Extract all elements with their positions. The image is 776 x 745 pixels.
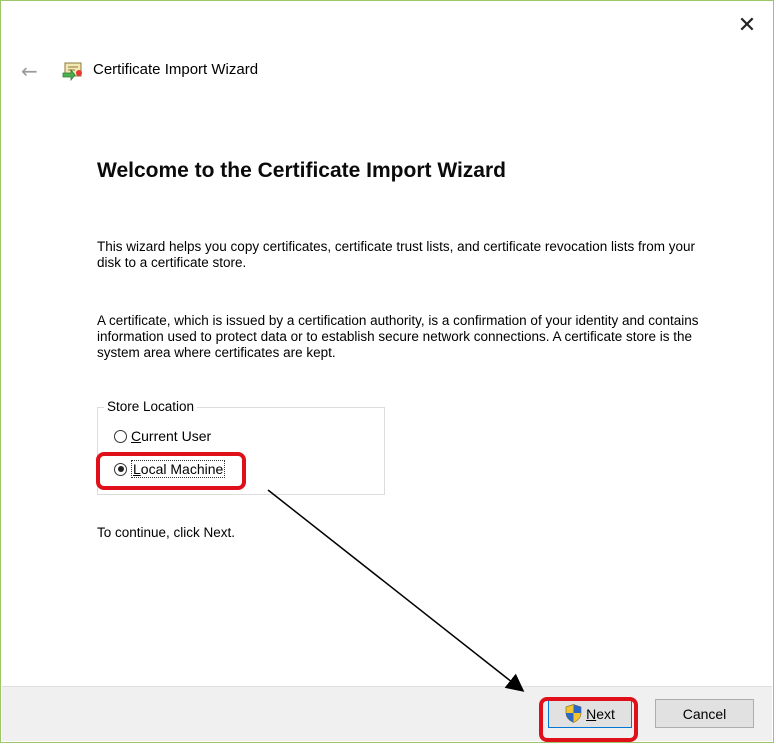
next-label: Next: [586, 705, 615, 722]
radio-button-current-user[interactable]: [114, 429, 127, 443]
current-user-label: Current User: [131, 428, 212, 444]
wizard-footer: Next Cancel: [2, 686, 772, 741]
wizard-title: Certificate Import Wizard: [93, 61, 259, 78]
radio-local-machine[interactable]: Local Machine: [114, 460, 226, 478]
store-location-label: Store Location: [104, 399, 198, 414]
radio-current-user[interactable]: Current User: [114, 428, 211, 444]
close-icon[interactable]: ✕: [735, 13, 759, 38]
certificate-import-wizard-window: ✕ ← Certificate Import Wizard Welcome to…: [0, 0, 774, 743]
page-heading: Welcome to the Certificate Import Wizard: [97, 159, 506, 182]
arrow-left-icon[interactable]: ←: [21, 59, 38, 83]
certificate-description-paragraph: A certificate, which is issued by a cert…: [97, 313, 699, 360]
store-location-group: Store Location Current User Local Machin…: [97, 399, 385, 495]
radio-button-local-machine[interactable]: [114, 462, 127, 476]
continue-instruction: To continue, click Next.: [97, 525, 236, 540]
intro-paragraph: This wizard helps you copy certificates,…: [97, 239, 695, 270]
next-button[interactable]: Next: [548, 699, 632, 728]
cancel-button[interactable]: Cancel: [655, 699, 754, 728]
uac-shield-icon: [565, 704, 582, 723]
local-machine-label: Local Machine: [131, 460, 226, 478]
certificate-wizard-icon: [62, 62, 82, 81]
